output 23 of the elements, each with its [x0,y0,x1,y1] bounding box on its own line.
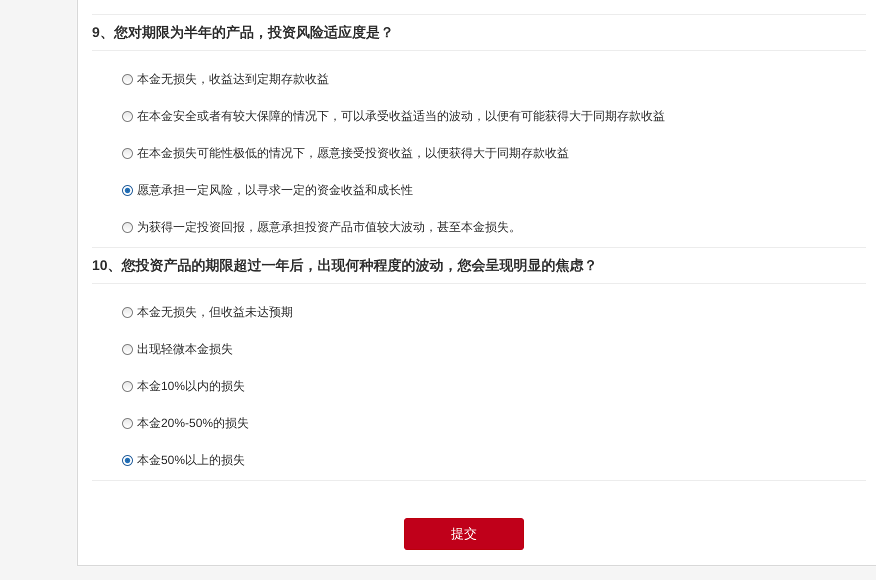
question-title: 9、您对期限为半年的产品，投资风险适应度是？ [92,24,394,42]
radio-button[interactable] [122,344,133,355]
radio-button[interactable] [122,381,133,392]
radio-button[interactable] [122,418,133,429]
option-label: 出现轻微本金损失 [137,341,233,358]
radio-button[interactable] [122,111,133,122]
option-label: 本金10%以内的损失 [137,378,246,395]
radio-button[interactable] [122,74,133,85]
option-label: 在本金安全或者有较大保障的情况下，可以承受收益适当的波动，以便有可能获得大于同期存款收益 [137,108,665,125]
option-label: 本金50%以上的损失 [137,452,246,469]
radio-button[interactable] [122,307,133,318]
option-label: 本金无损失，收益达到定期存款收益 [137,71,329,88]
radio-button[interactable] [122,148,133,159]
radio-button[interactable] [122,185,133,196]
option-label: 本金20%-50%的损失 [137,415,250,432]
option-label: 愿意承担一定风险，以寻求一定的资金收益和成长性 [137,182,413,199]
option-label: 本金无损失，但收益未达预期 [137,304,293,321]
option-label: 在本金损失可能性极低的情况下，愿意接受投资收益，以便获得大于同期存款收益 [137,145,569,162]
option-label: 为获得一定投资回报，愿意承担投资产品市值较大波动，甚至本金损失。 [137,219,521,236]
radio-button[interactable] [122,455,133,466]
submit-button[interactable]: 提交 [404,518,524,550]
question-title: 10、您投资产品的期限超过一年后，出现何种程度的波动，您会呈现明显的焦虑？ [92,256,598,274]
radio-button[interactable] [122,222,133,233]
